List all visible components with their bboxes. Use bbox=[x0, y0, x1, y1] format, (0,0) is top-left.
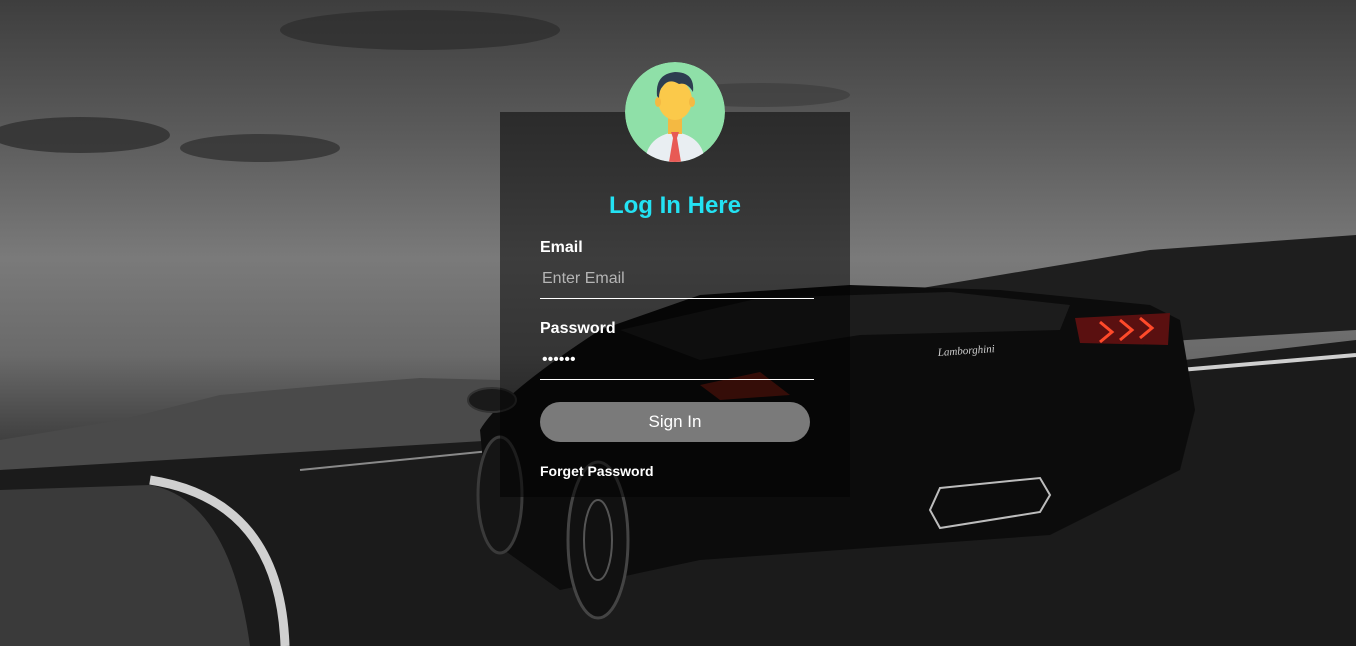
sign-in-button[interactable]: Sign In bbox=[540, 402, 810, 442]
user-avatar-icon bbox=[625, 62, 725, 162]
page-title: Log In Here bbox=[608, 192, 741, 219]
email-input[interactable] bbox=[540, 259, 814, 299]
password-label: Password bbox=[540, 320, 616, 337]
email-label: Email bbox=[540, 239, 583, 256]
password-input[interactable] bbox=[540, 340, 814, 380]
forget-password-link[interactable]: Forget Password bbox=[540, 463, 654, 479]
login-panel: Log In Here Email Password Sign In Forge… bbox=[500, 62, 850, 497]
